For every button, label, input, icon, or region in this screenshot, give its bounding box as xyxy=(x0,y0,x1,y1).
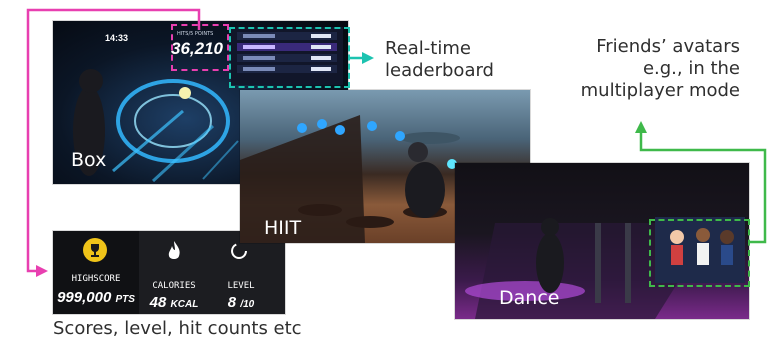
teal-arrowhead xyxy=(362,52,374,64)
calories-value: 48 KCAL xyxy=(139,294,209,311)
stats-panel: HIGHSCORE 999,000 PTS CALORIES 48 KCAL L… xyxy=(53,231,285,314)
score-highlight-box xyxy=(171,24,229,71)
friends-caption-line-2: e.g., in the xyxy=(642,58,740,79)
highscore-value: 999,000 PTS xyxy=(53,289,139,306)
pink-arrowhead xyxy=(36,265,48,277)
level-unit: /10 xyxy=(240,299,255,310)
dance-label: Dance xyxy=(499,287,560,309)
level-caption: LEVEL xyxy=(227,281,255,291)
level-ring-icon xyxy=(229,241,249,261)
leaderboard-caption-line-1: Real-time xyxy=(385,38,471,59)
box-timer: 14:33 xyxy=(105,33,129,43)
trophy-icon xyxy=(83,238,107,262)
flame-icon xyxy=(164,240,184,262)
calories-caption: CALORIES xyxy=(152,281,196,291)
hiit-label: HIIT xyxy=(264,217,302,239)
leaderboard-caption-line-2: leaderboard xyxy=(385,60,494,81)
avatar-highlight-box xyxy=(649,219,750,287)
level-number: 8 xyxy=(227,294,237,311)
leaderboard-caption: Real-time leaderboard xyxy=(385,38,494,82)
highscore-caption: HIGHSCORE xyxy=(71,274,121,284)
highscore-unit: PTS xyxy=(115,294,135,305)
calories-number: 48 xyxy=(149,294,167,311)
friends-caption: Friends’ avatars e.g., in the multiplaye… xyxy=(540,36,740,102)
highscore-number: 999,000 xyxy=(57,289,112,306)
green-arrowhead xyxy=(635,121,647,133)
box-label: Box xyxy=(71,149,107,171)
scores-caption: Scores, level, hit counts etc xyxy=(53,318,302,339)
calories-unit: KCAL xyxy=(170,299,199,310)
level-value: 8 /10 xyxy=(209,294,273,311)
leaderboard-highlight-box xyxy=(229,27,350,88)
friends-caption-line-3: multiplayer mode xyxy=(580,80,740,101)
friends-caption-line-1: Friends’ avatars xyxy=(596,36,740,57)
